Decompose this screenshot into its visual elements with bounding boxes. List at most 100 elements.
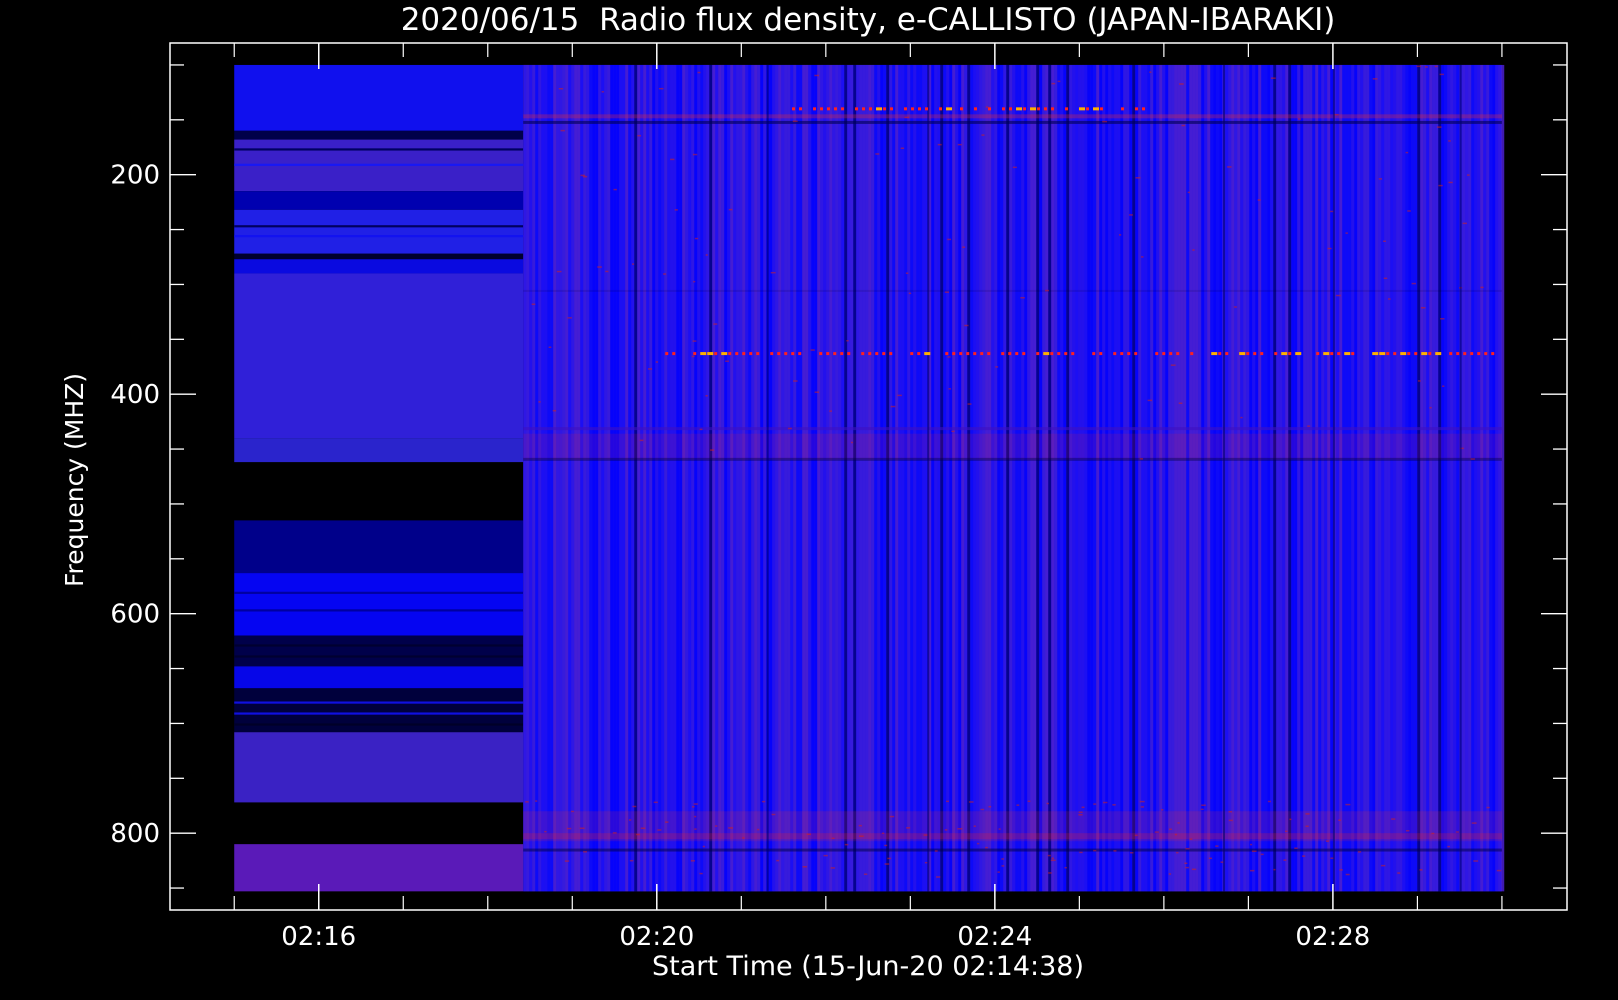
spectrogram-column (631, 64, 635, 892)
spectrogram-chart: 02:16 02:20 02:24 02:28 200 400 600 800 2020/06… (0, 0, 1618, 1000)
burst-point (1246, 352, 1250, 356)
noise-speck (1012, 166, 1017, 169)
noise-speck (628, 819, 632, 821)
noise-speck (1260, 853, 1264, 856)
spectrogram-column (829, 64, 833, 892)
x-tick-label: 02:16 (281, 922, 356, 952)
noise-speck (951, 430, 955, 433)
noise-speck (1417, 380, 1421, 382)
noise-speck (1001, 865, 1005, 867)
spectrogram-column (1159, 64, 1163, 892)
noise-speck (806, 833, 812, 836)
spectrogram-column (1117, 64, 1121, 892)
burst-point (1050, 352, 1054, 356)
noise-speck (1181, 124, 1186, 127)
spectrogram-column (1243, 64, 1247, 892)
noise-speck (1307, 425, 1311, 427)
spectrogram-column (751, 64, 755, 892)
burst-point (945, 352, 949, 356)
spectrogram-stripe (234, 712, 524, 715)
spectrogram-band (234, 573, 524, 636)
spectrogram-column (820, 64, 824, 892)
noise-speck (900, 147, 905, 150)
noise-speck (1388, 298, 1391, 300)
burst-point (1044, 107, 1048, 111)
burst-point (1463, 352, 1467, 356)
noise-speck (566, 827, 572, 830)
spectrogram-column (1204, 64, 1208, 892)
spectrogram-band (234, 253, 524, 260)
noise-speck (1345, 232, 1348, 234)
spectrogram-column (571, 64, 575, 892)
burst-point (1079, 107, 1086, 111)
noise-speck (1045, 289, 1049, 292)
noise-speck (571, 810, 575, 813)
noise-speck (1486, 806, 1490, 809)
spectrogram-column (1447, 64, 1451, 892)
noise-speck (973, 825, 976, 827)
spectrogram-column (1048, 64, 1052, 892)
noise-speck (1434, 65, 1438, 68)
spectrogram-column (694, 64, 698, 892)
noise-speck (583, 851, 588, 853)
noise-speck (1168, 873, 1172, 875)
burst-point (1016, 107, 1023, 111)
burst-point (1316, 352, 1320, 356)
spectrogram-column (685, 64, 689, 892)
spectrogram-column (934, 64, 938, 892)
spectrogram-column (853, 64, 857, 892)
noise-speck (1440, 318, 1445, 320)
noise-speck (810, 349, 815, 351)
noise-speck (967, 403, 972, 405)
noise-speck (944, 291, 950, 293)
noise-speck (692, 153, 698, 156)
noise-speck (1283, 859, 1287, 861)
spectrogram-column (1495, 64, 1499, 892)
spectrogram-column (730, 64, 734, 892)
spectrogram-column (676, 64, 680, 892)
burst-point (1281, 352, 1288, 356)
spectrogram-column (1225, 64, 1229, 892)
spectrogram-column (802, 64, 806, 892)
spectrogram-column (559, 64, 563, 892)
burst-point (665, 352, 669, 356)
noise-speck (980, 808, 985, 811)
burst-point (749, 352, 753, 356)
spectrogram-column (736, 64, 740, 892)
spectrogram-column (1132, 64, 1136, 892)
noise-speck (582, 175, 588, 178)
spectrogram-column (1246, 64, 1250, 892)
burst-point (911, 107, 915, 111)
spectrogram-column (688, 64, 692, 892)
noise-speck (548, 346, 552, 349)
noise-speck (674, 209, 678, 211)
spectrogram-band (234, 520, 524, 574)
noise-speck (1470, 458, 1475, 460)
spectrogram-column (889, 64, 893, 892)
spectrogram-column (721, 64, 725, 892)
spectrogram-column (1483, 64, 1487, 892)
noise-speck (1215, 845, 1219, 847)
noise-speck (1416, 65, 1421, 68)
burst-point (1344, 352, 1351, 356)
noise-speck (1140, 806, 1144, 808)
burst-point (988, 107, 992, 111)
spectrogram-column (838, 64, 842, 892)
spectrogram-column (1126, 64, 1130, 892)
noise-speck (846, 339, 849, 342)
spectrogram-column (541, 64, 545, 892)
noise-speck (1184, 862, 1188, 865)
noise-speck (850, 441, 853, 444)
burst-point (1022, 352, 1026, 356)
noise-speck (535, 800, 538, 802)
spectrogram-column (1468, 64, 1472, 892)
noise-speck (1185, 866, 1189, 869)
noise-speck (1185, 847, 1190, 850)
spectrogram-column (832, 64, 836, 892)
spectrogram-column (856, 64, 860, 892)
noise-speck (887, 857, 891, 860)
burst-point (1155, 352, 1159, 356)
spectrogram-column (724, 64, 728, 892)
noise-speck (1135, 177, 1141, 179)
noise-speck (658, 87, 664, 90)
